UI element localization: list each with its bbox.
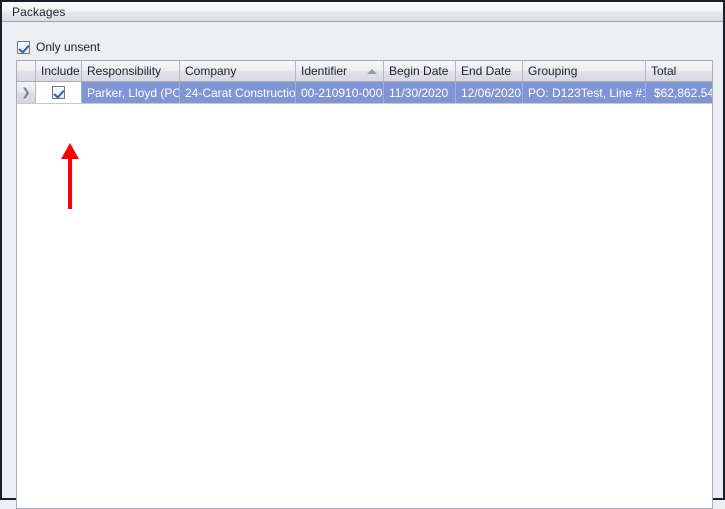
- cell-company: 24-Carat Construction: [180, 82, 296, 103]
- cell-grouping: PO: D123Test, Line #1: [523, 82, 646, 103]
- column-header-end-date-label: End Date: [461, 64, 512, 78]
- row-selector[interactable]: ❯: [17, 82, 36, 103]
- grid-header-corner: [17, 61, 36, 81]
- column-header-responsibility-label: Responsibility: [87, 64, 162, 78]
- column-header-total-label: Total: [651, 64, 677, 78]
- cell-begin-date: 11/30/2020: [384, 82, 456, 103]
- column-header-begin-date-label: Begin Date: [389, 64, 449, 78]
- packages-grid[interactable]: Include Responsibility Company Identifie…: [16, 60, 713, 509]
- table-row[interactable]: ❯ Parker, Lloyd (PO) 24-Carat Constructi…: [17, 82, 712, 104]
- sort-ascending-icon: [367, 69, 377, 74]
- column-header-identifier[interactable]: Identifier: [296, 61, 384, 81]
- only-unsent-filter[interactable]: Only unsent: [17, 39, 100, 55]
- cell-identifier: 00-210910-0001: [296, 82, 384, 103]
- cell-end-date: 12/06/2020: [456, 82, 523, 103]
- cell-include[interactable]: [36, 82, 82, 103]
- column-header-responsibility[interactable]: Responsibility: [82, 61, 180, 81]
- window-titlebar: Packages: [2, 2, 723, 22]
- packages-window: Packages Only unsent Include Responsibil…: [0, 0, 725, 509]
- column-header-identifier-label: Identifier: [301, 64, 348, 78]
- column-header-total[interactable]: Total: [646, 61, 712, 81]
- only-unsent-label: Only unsent: [36, 40, 101, 54]
- grid-empty-area[interactable]: [17, 104, 712, 508]
- checkbox-checked-icon[interactable]: [52, 86, 65, 99]
- column-header-include-label: Include: [41, 64, 80, 78]
- column-header-company[interactable]: Company: [180, 61, 296, 81]
- window-content: Only unsent Include Responsibility Compa…: [2, 23, 723, 509]
- column-header-include[interactable]: Include: [36, 61, 82, 81]
- checkbox-checked-icon[interactable]: [17, 40, 30, 54]
- column-header-grouping-label: Grouping: [528, 64, 578, 78]
- column-header-company-label: Company: [185, 64, 237, 78]
- cell-responsibility: Parker, Lloyd (PO): [82, 82, 180, 103]
- row-indicator-chevron-icon: ❯: [21, 86, 31, 99]
- grid-header-row: Include Responsibility Company Identifie…: [17, 61, 712, 82]
- column-header-begin-date[interactable]: Begin Date: [384, 61, 456, 81]
- column-header-end-date[interactable]: End Date: [456, 61, 523, 81]
- column-header-grouping[interactable]: Grouping: [523, 61, 646, 81]
- window-title: Packages: [12, 4, 66, 19]
- cell-total: $62,862.54: [646, 82, 712, 103]
